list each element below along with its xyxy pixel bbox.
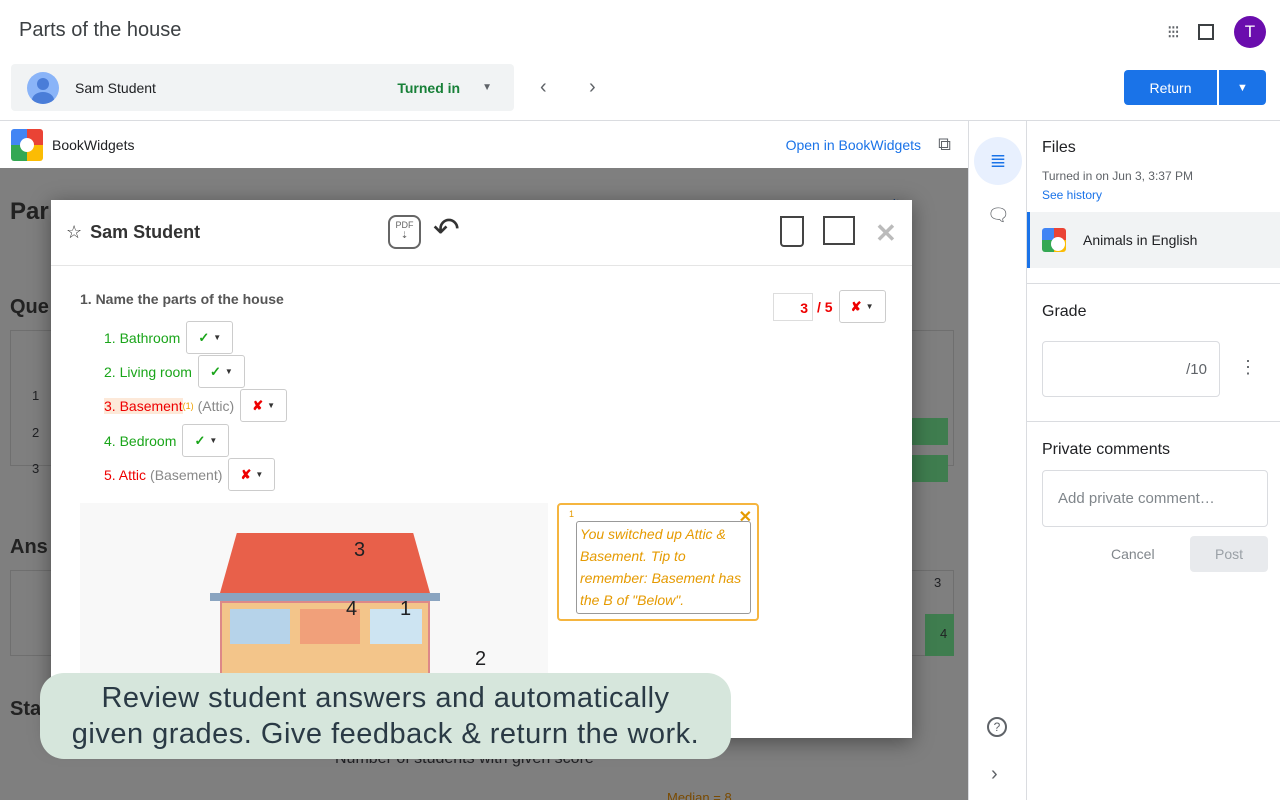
- mark-icon: ✘: [252, 397, 264, 413]
- undo-icon[interactable]: ↶: [433, 210, 460, 248]
- status-badge: Turned in: [397, 79, 461, 96]
- next-student-button[interactable]: ›: [589, 76, 596, 99]
- promo-caption: Review student answers and automatically…: [40, 673, 731, 759]
- answer-item: 2. Living room ✓ ▼: [104, 355, 245, 388]
- image-label: 1: [400, 598, 412, 620]
- mark-dropdown[interactable]: ✘ ▼: [228, 458, 276, 491]
- fullscreen-icon[interactable]: [1198, 24, 1214, 40]
- report-title: Par: [10, 198, 49, 225]
- return-options-button[interactable]: ▼: [1219, 70, 1266, 105]
- see-history-link[interactable]: See history: [1042, 188, 1102, 202]
- dialog-student-name: Sam Student: [90, 222, 201, 242]
- more-options-icon[interactable]: ⋮: [1239, 357, 1257, 378]
- bookwidgets-name: BookWidgets: [52, 136, 135, 153]
- answer-item: 5. Attic (Basement) ✘ ▼: [104, 458, 276, 491]
- caption-line: Review student answers and automatically: [101, 682, 670, 714]
- file-name: Animals in English: [1083, 232, 1198, 248]
- turned-in-time: Turned in on Jun 3, 3:37 PM: [1042, 169, 1193, 183]
- private-comment-input[interactable]: Add private comment…: [1042, 470, 1268, 527]
- answer-cell: 4: [940, 626, 948, 641]
- answer-text: 5. Attic: [104, 466, 147, 483]
- footnote-marker[interactable]: (1): [183, 401, 194, 411]
- file-item[interactable]: Animals in English: [1027, 212, 1280, 268]
- private-comments-title: Private comments: [1042, 441, 1171, 458]
- files-title: Files: [1042, 139, 1076, 156]
- answer-text: 4. Bedroom: [104, 432, 177, 449]
- score-total: / 5: [817, 298, 833, 315]
- side-panel: Files Turned in on Jun 3, 3:37 PM See hi…: [1026, 121, 1280, 800]
- student-answer-dialog: ☆ Sam Student PDF ⇣ ↶ ✕ 1. Name the parts…: [51, 200, 912, 738]
- feedback-textarea[interactable]: You switched up Attic & Basement. Tip to…: [576, 521, 751, 614]
- questions-heading: Que: [10, 296, 49, 318]
- note-number: 1: [569, 509, 575, 519]
- pdf-download-icon[interactable]: PDF ⇣: [388, 215, 421, 249]
- cancel-button[interactable]: Cancel: [1111, 546, 1155, 562]
- mark-dropdown[interactable]: ✓ ▼: [197, 355, 245, 388]
- post-button[interactable]: Post: [1190, 536, 1268, 572]
- close-icon[interactable]: ✕: [875, 218, 897, 249]
- bookwidgets-logo: [11, 128, 43, 161]
- stats-heading: Sta: [10, 698, 42, 720]
- score-display: 3 / 5 ✘ ▼: [773, 290, 886, 323]
- mark-icon: ✓: [198, 329, 210, 345]
- mark-icon: ✓: [210, 363, 221, 379]
- question-title: 1. Name the parts of the house: [80, 291, 284, 307]
- answer-text: 1. Bathroom: [104, 329, 181, 346]
- correct-answer-hint: (Attic): [197, 397, 235, 414]
- caption-line: given grades. Give feedback & return the…: [71, 718, 700, 750]
- row-number: 1: [32, 388, 40, 403]
- row-number: 3: [32, 461, 40, 476]
- open-external-icon[interactable]: ⧉: [938, 134, 951, 155]
- chevron-down-icon[interactable]: ▼: [482, 82, 492, 93]
- archive-icon[interactable]: [823, 216, 855, 245]
- star-icon[interactable]: ☆: [66, 222, 82, 243]
- grade-max: /10: [1186, 361, 1207, 378]
- help-icon[interactable]: ?: [987, 717, 1007, 737]
- apps-grid-icon[interactable]: ⁝⁝⁝: [1167, 22, 1180, 43]
- mark-icon: ✓: [194, 432, 206, 448]
- expand-chevron-icon[interactable]: ›: [991, 763, 998, 786]
- mark-dropdown[interactable]: ✓ ▼: [186, 321, 234, 354]
- grade-input[interactable]: /10: [1042, 341, 1220, 397]
- image-label: 4: [346, 598, 358, 620]
- bookwidgets-toolbar: BookWidgets Open in BookWidgets ⧉: [0, 121, 968, 168]
- grading-view-icon[interactable]: ≣: [974, 137, 1022, 185]
- score-input[interactable]: 3: [773, 292, 813, 321]
- return-button[interactable]: Return: [1124, 70, 1217, 105]
- answers-heading: Ans: [10, 536, 48, 558]
- student-avatar-icon: [27, 71, 59, 104]
- question-mark-dropdown[interactable]: ✘ ▼: [838, 290, 886, 323]
- image-label: 2: [475, 648, 487, 670]
- median-label: Median = 8: [667, 790, 732, 800]
- feedback-note: 1 ✕ You switched up Attic & Basement. Ti…: [557, 503, 759, 621]
- mark-icon: ✘: [240, 466, 252, 482]
- correct-answer-hint: (Basement): [150, 466, 223, 483]
- answer-item: 4. Bedroom ✓ ▼: [104, 424, 230, 457]
- file-logo-icon: [1042, 228, 1066, 252]
- student-name: Sam Student: [75, 79, 156, 96]
- mark-dropdown[interactable]: ✘ ▼: [240, 389, 288, 422]
- trash-icon[interactable]: [780, 216, 804, 247]
- student-selector[interactable]: Sam Student Turned in ▼: [11, 64, 514, 111]
- answer-text: 2. Living room: [104, 363, 192, 380]
- side-icon-rail: ≣ 🗨 ? ›: [968, 121, 1026, 800]
- answer-item: 1. Bathroom ✓ ▼: [104, 321, 234, 354]
- answer-text: 3. Basement: [104, 397, 183, 414]
- comments-icon[interactable]: 🗨: [987, 205, 1010, 226]
- image-label: 3: [354, 539, 366, 561]
- account-avatar[interactable]: T: [1234, 16, 1266, 48]
- open-in-bookwidgets-link[interactable]: Open in BookWidgets: [786, 137, 921, 153]
- previous-student-button[interactable]: ‹: [540, 76, 547, 99]
- answer-cell: 3: [934, 575, 942, 590]
- answer-item: 3. Basement (1) (Attic) ✘ ▼: [104, 389, 288, 422]
- row-number: 2: [32, 425, 40, 440]
- grade-title: Grade: [1042, 303, 1087, 320]
- mark-dropdown[interactable]: ✓ ▼: [182, 424, 230, 457]
- page-title: Parts of the house: [19, 19, 182, 41]
